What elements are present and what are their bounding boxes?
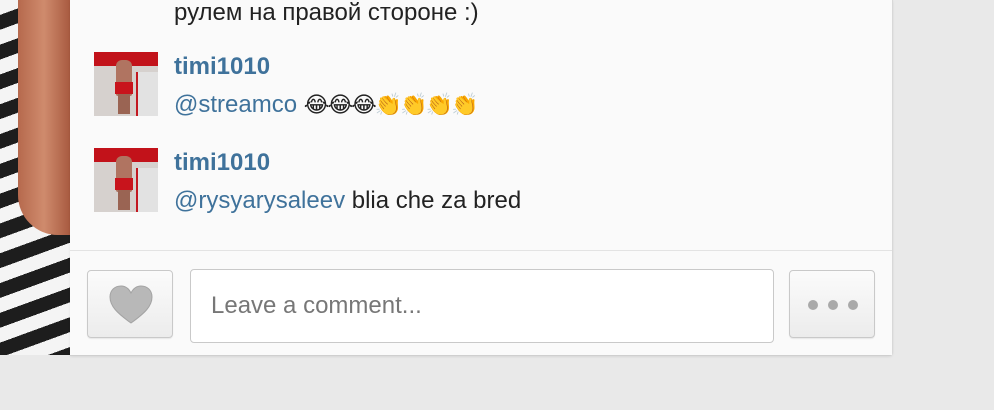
comment-body: @rysyarysaleev blia che za bred: [174, 186, 521, 216]
comment-body: @streamco 😂😂😂👏👏👏👏: [174, 90, 479, 121]
comment-username[interactable]: timi1010: [174, 52, 270, 82]
avatar[interactable]: [94, 148, 158, 212]
avatar[interactable]: [94, 52, 158, 116]
comment-footer: [70, 250, 892, 355]
comments-panel: рулем на правой стороне :) timi1010 @str…: [70, 0, 893, 356]
comment-username[interactable]: timi1010: [174, 148, 270, 178]
like-button[interactable]: [87, 270, 173, 338]
more-dots-icon: [808, 300, 858, 310]
heart-icon: [109, 285, 153, 324]
comment-mention[interactable]: @rysyarysaleev: [174, 187, 345, 214]
photo-preview: [0, 0, 70, 355]
comment-text-continued: рулем на правой стороне :): [174, 0, 479, 26]
comment-mention[interactable]: @streamco: [174, 91, 297, 118]
comment-text: blia che za bred: [345, 187, 522, 214]
comment-emoji: 😂😂😂👏👏👏👏: [303, 93, 479, 118]
more-options-button[interactable]: [789, 270, 875, 338]
comment-input[interactable]: [190, 269, 774, 343]
